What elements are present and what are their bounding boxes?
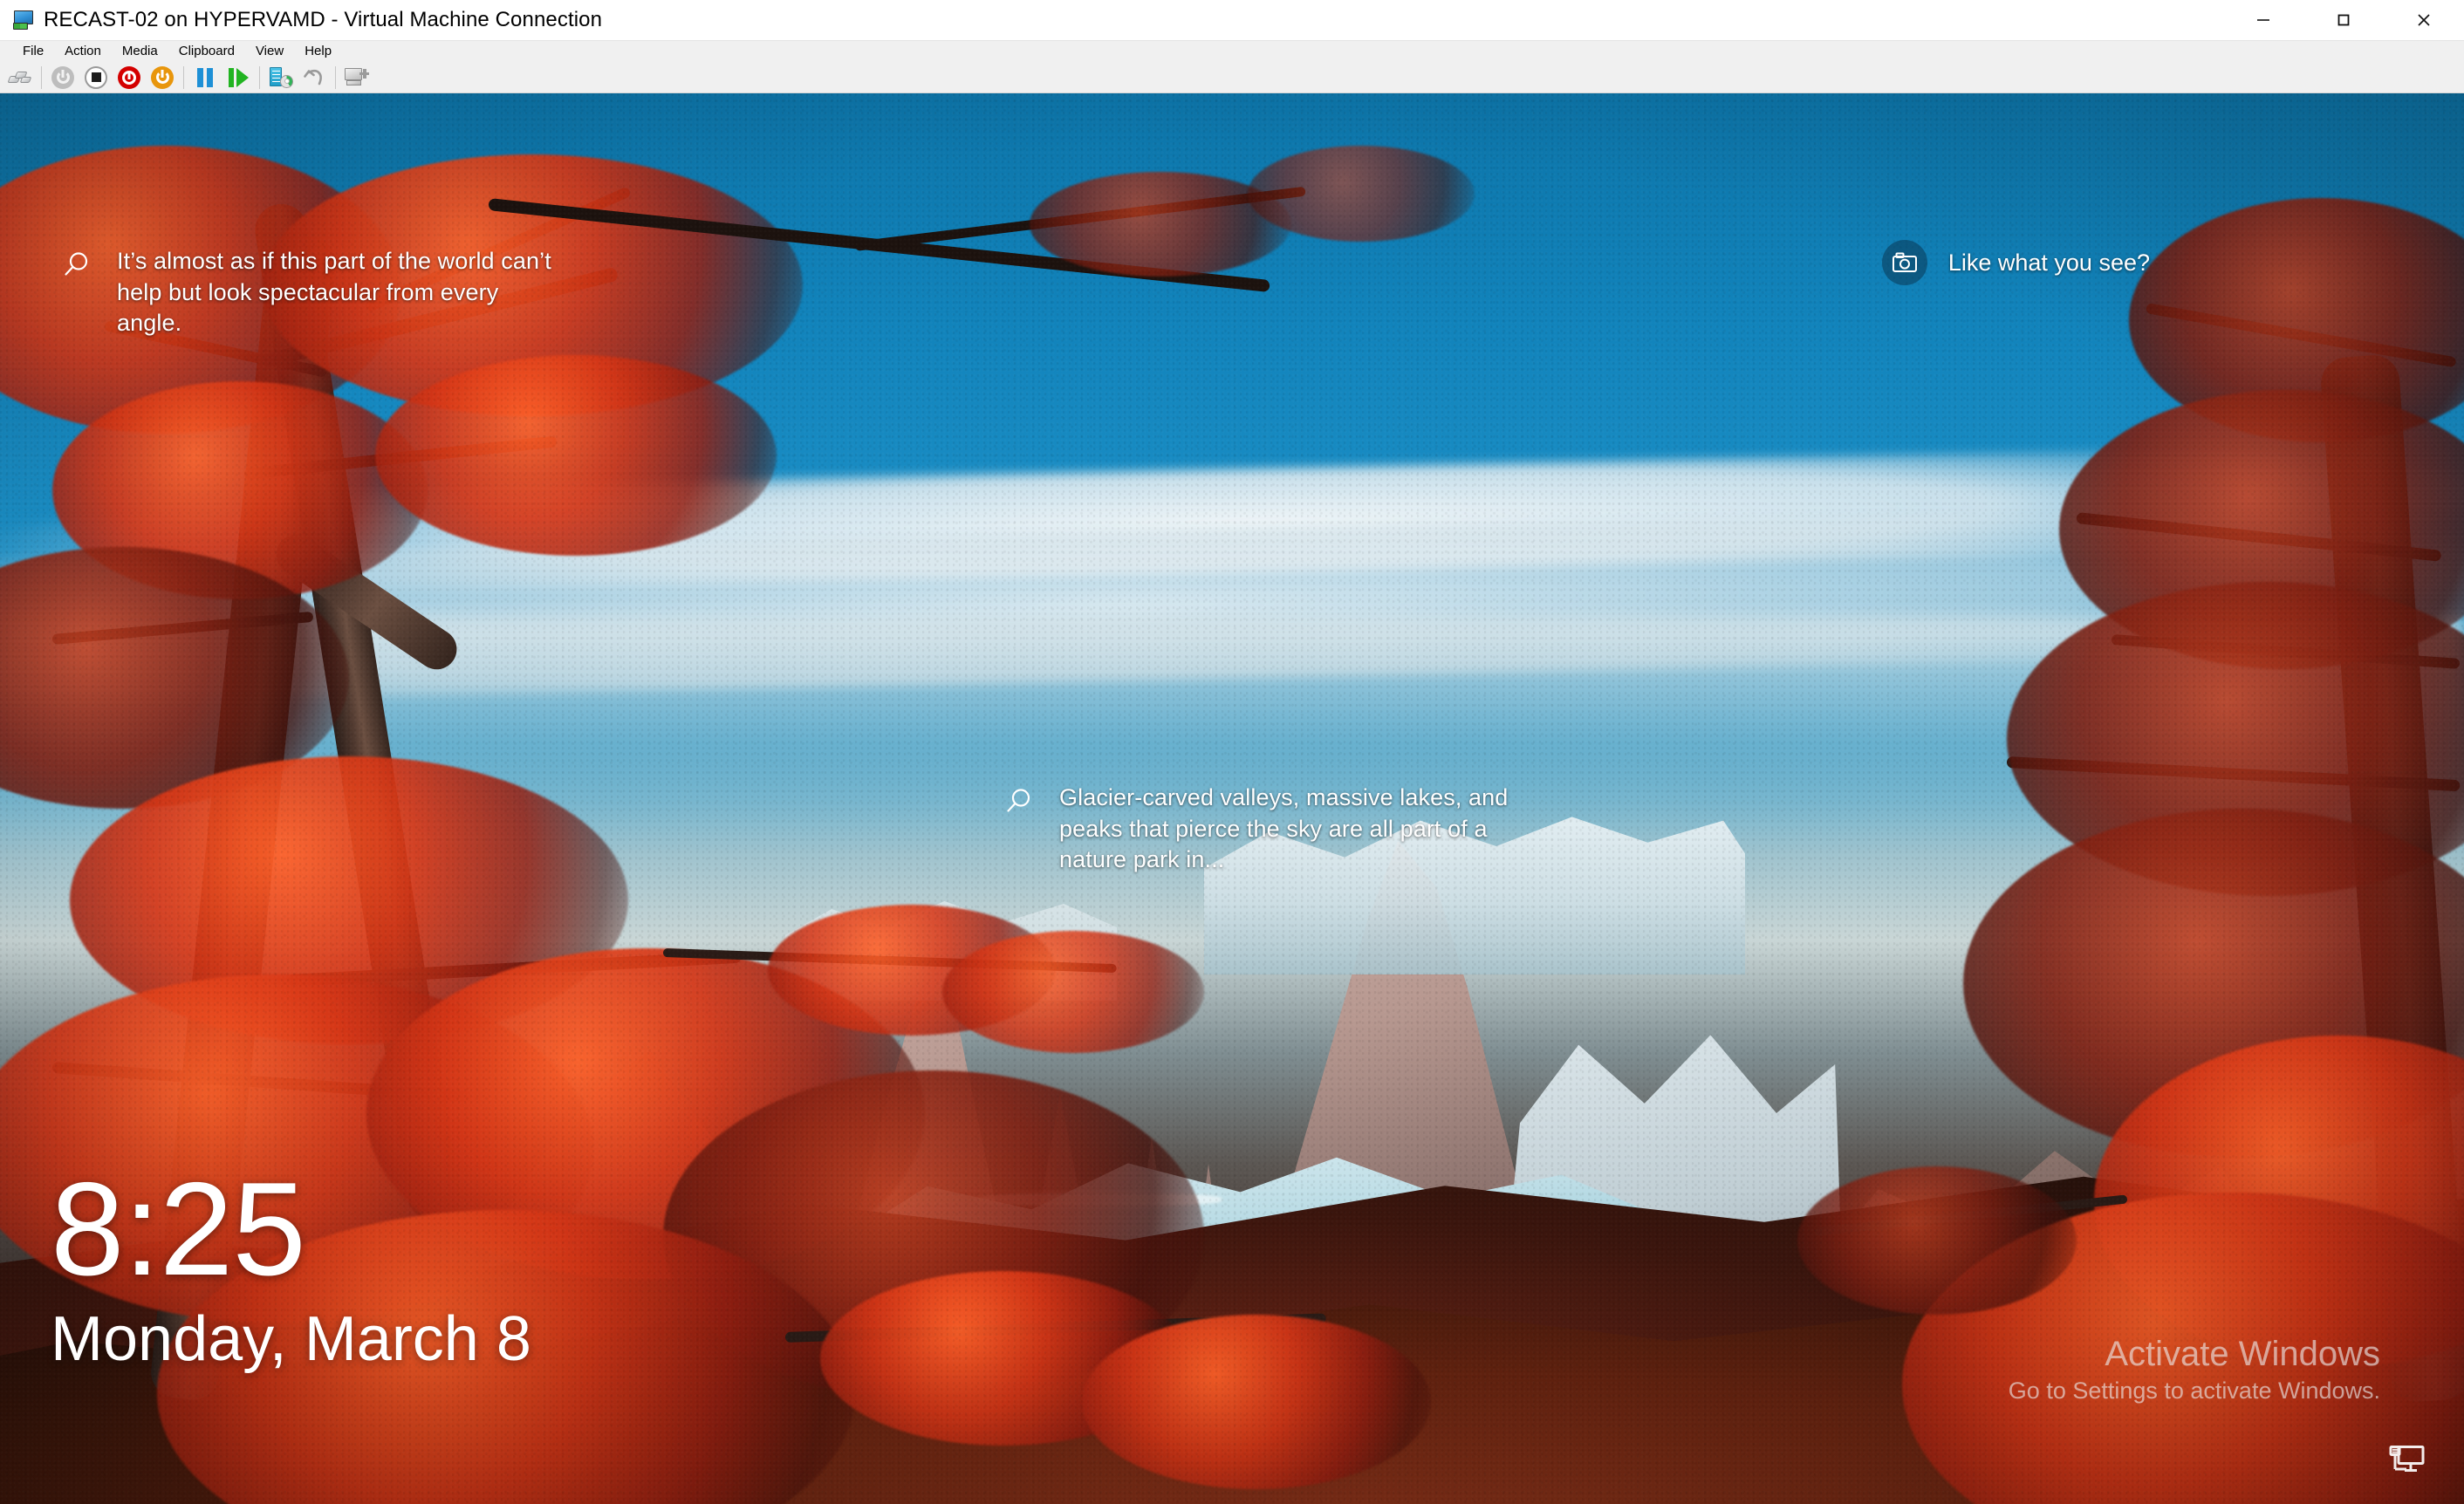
revert-arrow-icon: [303, 67, 325, 88]
stop-square-icon: [85, 66, 107, 89]
spotlight-tip-text: It’s almost as if this part of the world…: [117, 246, 553, 339]
window-controls: [2223, 0, 2464, 40]
revert-button[interactable]: [298, 63, 331, 92]
power-off-icon: [51, 66, 74, 89]
checkpoint-icon: [269, 67, 293, 88]
like-what-you-see-label: Like what you see?: [1948, 250, 2150, 277]
virtual-machine-connection-window: RECAST-02 on HYPERVAMD - Virtual Machine…: [0, 0, 2464, 1504]
shutdown-button[interactable]: [46, 63, 79, 92]
menu-item-file[interactable]: File: [12, 42, 54, 61]
lockscreen-clock: 8:25 Monday, March 8: [51, 1166, 531, 1375]
menu-item-clipboard[interactable]: Clipboard: [168, 42, 245, 61]
toolbar: [0, 62, 2464, 93]
ctrl-alt-delete-button[interactable]: [3, 63, 37, 92]
activate-windows-watermark: Activate Windows Go to Settings to activ…: [2009, 1334, 2380, 1406]
pause-button[interactable]: [188, 63, 222, 92]
titlebar-left: RECAST-02 on HYPERVAMD - Virtual Machine…: [0, 8, 602, 32]
toolbar-separator: [41, 66, 42, 89]
menu-item-media[interactable]: Media: [112, 42, 168, 61]
play-icon: [229, 68, 249, 87]
enhanced-session-button[interactable]: [340, 63, 373, 92]
toolbar-separator: [259, 66, 260, 89]
titlebar: RECAST-02 on HYPERVAMD - Virtual Machine…: [0, 0, 2464, 40]
pause-icon: [197, 68, 213, 87]
menu-item-action[interactable]: Action: [54, 42, 112, 61]
activate-windows-title: Activate Windows: [2009, 1334, 2380, 1374]
checkpoint-button[interactable]: [264, 63, 298, 92]
window-title: RECAST-02 on HYPERVAMD - Virtual Machine…: [44, 8, 602, 32]
ctrl-alt-delete-icon: [9, 69, 31, 86]
resume-button[interactable]: [222, 63, 255, 92]
reset-button[interactable]: [113, 63, 146, 92]
spotlight-tip-center[interactable]: Glacier-carved valleys, massive lakes, a…: [1003, 783, 1597, 876]
menu-item-help[interactable]: Help: [294, 42, 342, 61]
toolbar-separator: [335, 66, 336, 89]
maximize-button[interactable]: [2303, 0, 2384, 40]
power-red-icon: [118, 66, 140, 89]
clock-time: 8:25: [51, 1166, 531, 1294]
search-icon: [1003, 786, 1035, 822]
network-connection-icon[interactable]: [2387, 1442, 2427, 1481]
menubar: File Action Media Clipboard View Help: [0, 40, 2464, 62]
toolbar-separator: [183, 66, 184, 89]
menu-item-view[interactable]: View: [245, 42, 294, 61]
like-what-you-see-button[interactable]: Like what you see?: [1882, 240, 2150, 285]
turn-off-button[interactable]: [79, 63, 113, 92]
enhanced-session-icon: [345, 68, 369, 87]
guest-screen[interactable]: It’s almost as if this part of the world…: [0, 93, 2464, 1504]
camera-icon: [1882, 240, 1927, 285]
spotlight-tip-top-left[interactable]: It’s almost as if this part of the world…: [61, 246, 602, 339]
maximize-icon: [2334, 10, 2353, 30]
minimize-icon: [2254, 10, 2273, 30]
clock-date: Monday, March 8: [51, 1304, 531, 1375]
activate-windows-subtitle: Go to Settings to activate Windows.: [2009, 1376, 2380, 1406]
search-icon: [61, 250, 92, 285]
start-button[interactable]: [146, 63, 179, 92]
minimize-button[interactable]: [2223, 0, 2303, 40]
close-button[interactable]: [2384, 0, 2464, 40]
spotlight-tip-text: Glacier-carved valleys, massive lakes, a…: [1059, 783, 1548, 876]
close-icon: [2413, 10, 2434, 31]
virtual-machine-connection-icon: [12, 10, 35, 31]
power-orange-icon: [151, 66, 174, 89]
